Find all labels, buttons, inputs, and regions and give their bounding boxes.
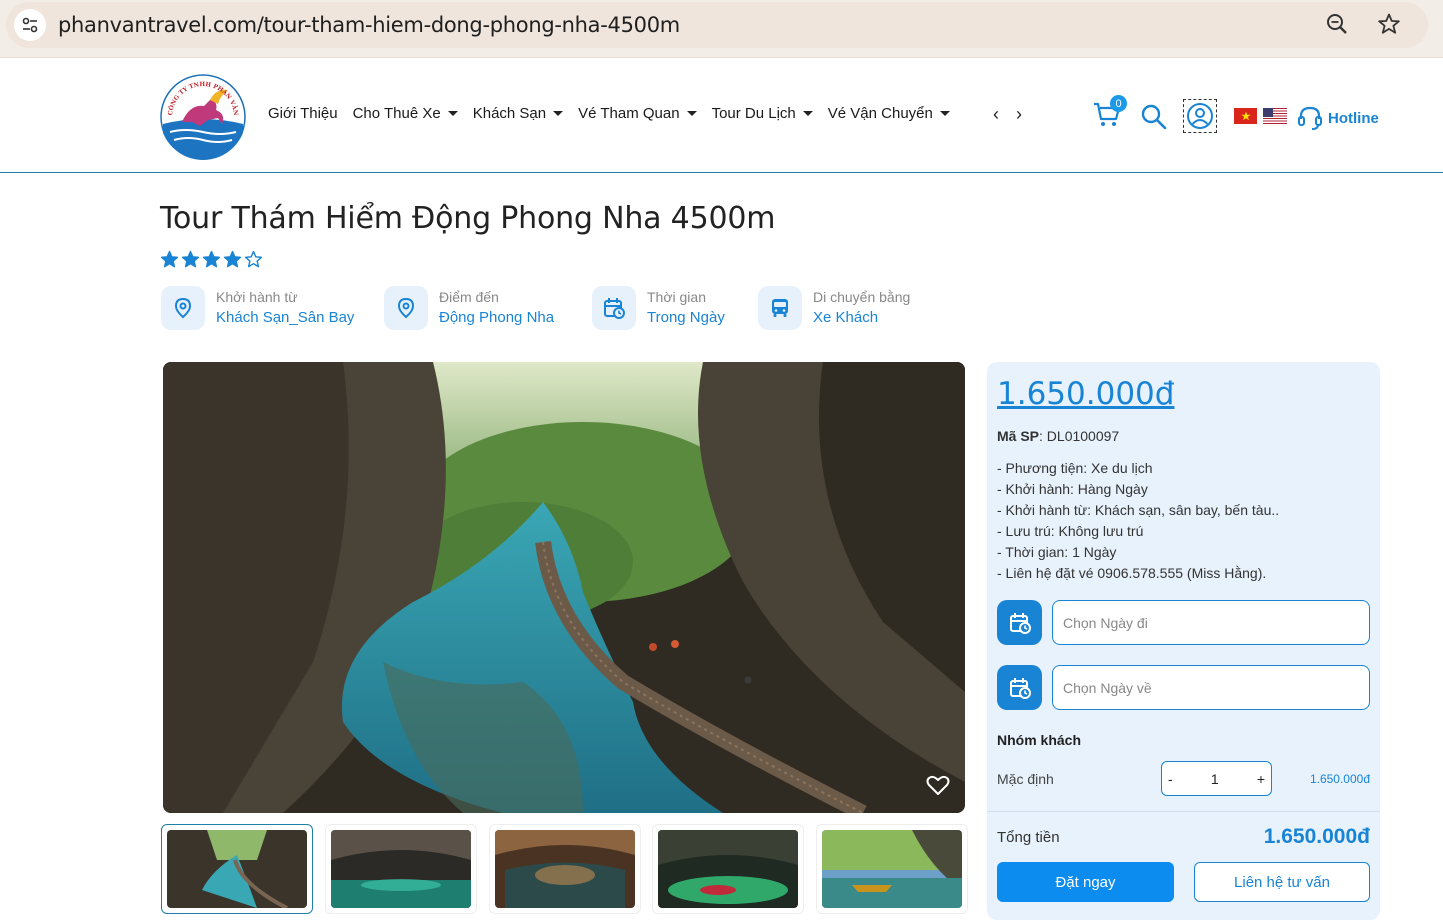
address-bar[interactable]: phanvantravel.com/tour-tham-hiem-dong-ph… — [6, 2, 1428, 48]
product-details: - Phương tiện: Xe du lịch - Khởi hành: H… — [997, 458, 1279, 584]
search-icon[interactable] — [1140, 103, 1168, 131]
caret-down-icon — [553, 111, 564, 116]
caret-down-icon — [802, 111, 813, 116]
nav-item-cho-thue-xe[interactable]: Cho Thuê Xe — [353, 105, 458, 122]
star-filled-icon — [223, 250, 242, 268]
calendar-clock-icon — [592, 286, 636, 330]
main-product-image[interactable] — [163, 362, 965, 813]
info-label: Di chuyển bằng — [813, 289, 911, 305]
product-price: 1.650.000đ — [997, 376, 1175, 412]
depart-date-input[interactable] — [1052, 600, 1370, 645]
cart-icon[interactable]: 0 — [1092, 95, 1127, 131]
info-destination: Điểm đến Động Phong Nha — [384, 286, 554, 330]
bookmark-star-icon[interactable] — [1374, 9, 1404, 39]
nav-item-ve-tham-quan[interactable]: Vé Tham Quan — [578, 105, 697, 122]
info-departure: Khởi hành từ Khách Sạn_Sân Bay — [161, 286, 354, 330]
star-filled-icon — [181, 250, 200, 268]
headset-icon — [1298, 106, 1322, 130]
company-logo[interactable]: CÔNG TY TNHH PHAN VĂN — [160, 74, 246, 160]
unit-price: 1.650.000đ — [1309, 772, 1370, 786]
page-title: Tour Thám Hiểm Động Phong Nha 4500m — [160, 201, 776, 236]
nav-item-gioi-thieu[interactable]: Giới Thiệu — [268, 105, 338, 122]
star-rating — [160, 250, 263, 269]
calendar-clock-icon[interactable] — [997, 665, 1042, 710]
main-nav: Giới Thiệu Cho Thuê Xe Khách Sạn Vé Tham… — [268, 105, 965, 122]
site-header: CÔNG TY TNHH PHAN VĂN Giới Thiệu Cho Thu… — [0, 59, 1443, 173]
nav-item-khach-san[interactable]: Khách Sạn — [473, 105, 564, 122]
quantity-stepper: - 1 + — [1161, 761, 1272, 796]
total-value: 1.650.000đ — [1263, 825, 1370, 848]
info-label: Điểm đến — [439, 289, 499, 305]
guest-group-title: Nhóm khách — [997, 732, 1082, 748]
us-flag-icon[interactable] — [1263, 108, 1287, 124]
vietnamese-flag-icon[interactable] — [1234, 108, 1257, 124]
detail-line: - Lưu trú: Không lưu trú — [997, 523, 1144, 539]
zoom-icon[interactable] — [1322, 9, 1352, 39]
detail-line: - Thời gian: 1 Ngày — [997, 544, 1117, 560]
caret-down-icon — [447, 111, 458, 116]
detail-line: - Phương tiện: Xe du lịch — [997, 460, 1153, 476]
info-value: Khách Sạn_Sân Bay — [216, 309, 355, 326]
detail-line: - Liên hệ đặt vé 0906.578.555 (Miss Hằng… — [997, 565, 1267, 581]
return-date-row — [997, 665, 1370, 710]
quantity-value[interactable]: 1 — [1211, 771, 1219, 787]
hotline-label: Hotline — [1328, 109, 1379, 127]
star-filled-icon — [202, 250, 221, 268]
increment-button[interactable]: + — [1257, 771, 1265, 787]
info-duration: Thời gian Trong Ngày — [592, 286, 725, 330]
booking-panel: 1.650.000đ Mã SP: DL0100097 - Phương tiệ… — [987, 362, 1380, 920]
detail-line: - Khởi hành: Hàng Ngày — [997, 481, 1148, 497]
favorite-heart-icon[interactable] — [926, 774, 950, 796]
detail-line: - Khởi hành từ: Khách sạn, sân bay, bến … — [997, 502, 1280, 518]
cart-count-badge: 0 — [1110, 95, 1127, 112]
gallery-thumbnail[interactable] — [325, 824, 477, 914]
return-date-input[interactable] — [1052, 665, 1370, 710]
gallery-thumbnail[interactable] — [652, 824, 804, 914]
browser-toolbar: phanvantravel.com/tour-tham-hiem-dong-ph… — [0, 0, 1443, 58]
info-label: Thời gian — [647, 289, 706, 305]
nav-scroll-arrows[interactable]: ‹ › — [993, 104, 1028, 125]
account-icon[interactable] — [1183, 99, 1217, 133]
gallery-thumbnail[interactable] — [816, 824, 968, 914]
info-value: Trong Ngày — [647, 309, 725, 326]
divider — [987, 811, 1380, 812]
star-filled-icon — [160, 250, 179, 268]
info-transport: Di chuyển bằng Xe Khách — [758, 286, 910, 330]
book-now-button[interactable]: Đặt ngay — [997, 862, 1174, 902]
hotline-link[interactable]: Hotline — [1296, 104, 1379, 132]
contact-consult-button[interactable]: Liên hệ tư vấn — [1194, 862, 1370, 902]
location-pin-icon — [161, 286, 205, 330]
caret-down-icon — [686, 111, 697, 116]
bus-icon — [758, 286, 802, 330]
decrement-button[interactable]: - — [1168, 771, 1173, 787]
gallery-thumbnail[interactable] — [489, 824, 641, 914]
nav-item-tour-du-lich[interactable]: Tour Du Lịch — [712, 105, 813, 122]
total-label: Tổng tiền — [997, 829, 1060, 846]
nav-item-ve-van-chuyen[interactable]: Vé Vận Chuyển — [828, 105, 950, 122]
info-value: Xe Khách — [813, 309, 879, 326]
site-info-icon[interactable] — [14, 9, 46, 41]
depart-date-row — [997, 600, 1370, 645]
info-label: Khởi hành từ — [216, 289, 298, 305]
location-pin-icon — [384, 286, 428, 330]
calendar-clock-icon[interactable] — [997, 600, 1042, 645]
info-value: Động Phong Nha — [439, 309, 555, 326]
product-sku: Mã SP: DL0100097 — [997, 428, 1120, 444]
gallery-thumbnail[interactable] — [161, 824, 313, 914]
default-guest-label: Mặc định — [997, 771, 1054, 787]
caret-down-icon — [939, 111, 950, 116]
star-empty-icon — [244, 250, 263, 268]
url-text[interactable]: phanvantravel.com/tour-tham-hiem-dong-ph… — [58, 13, 680, 37]
